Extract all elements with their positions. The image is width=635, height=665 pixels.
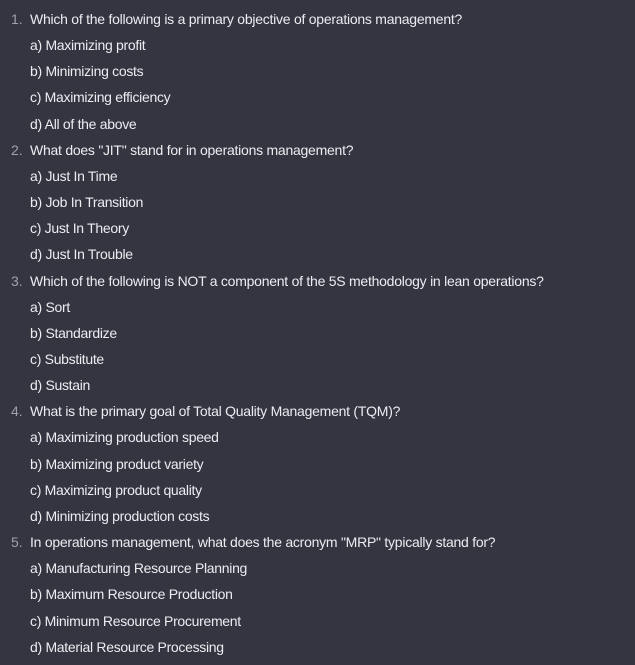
answer-option: a) Maximizing production speed bbox=[30, 429, 219, 446]
answer-option: b) Minimizing costs bbox=[30, 63, 144, 80]
answer-option: c) Minimum Resource Procurement bbox=[30, 612, 241, 629]
question-item: 2. What does "JIT" stand for in operatio… bbox=[0, 137, 635, 268]
question-text: In operations management, what does the … bbox=[30, 534, 496, 551]
answer-option: c) Maximizing product quality bbox=[30, 481, 202, 498]
answer-option: c) Maximizing efficiency bbox=[30, 89, 171, 106]
answer-option: d) Material Resource Processing bbox=[30, 638, 224, 655]
answer-option: a) Manufacturing Resource Planning bbox=[30, 560, 248, 577]
answer-options: a) Sort b) Standardize c) Substitute d) … bbox=[30, 294, 635, 399]
answer-option: b) Job In Transition bbox=[30, 194, 144, 211]
answer-option: d) Minimizing production costs bbox=[30, 508, 210, 525]
answer-options: a) Maximizing profit b) Minimizing costs… bbox=[30, 32, 635, 137]
answer-options: a) Just In Time b) Job In Transition c) … bbox=[30, 163, 635, 268]
question-number: 1. bbox=[11, 11, 23, 27]
question-item: 5. In operations management, what does t… bbox=[0, 529, 635, 660]
question-number: 3. bbox=[11, 272, 23, 289]
answer-option: c) Substitute bbox=[30, 351, 104, 368]
answer-option: a) Maximizing profit bbox=[30, 37, 146, 53]
answer-option: b) Maximizing product variety bbox=[30, 455, 204, 472]
answer-options: a) Manufacturing Resource Planning b) Ma… bbox=[30, 555, 635, 660]
answer-options: a) Maximizing production speed b) Maximi… bbox=[30, 424, 635, 529]
answer-option: a) Just In Time bbox=[30, 167, 118, 184]
answer-option: b) Standardize bbox=[30, 324, 117, 341]
answer-option: a) Sort bbox=[30, 298, 70, 315]
question-item: 1. Which of the following is a primary o… bbox=[0, 6, 635, 137]
question-text: Which of the following is NOT a componen… bbox=[30, 272, 544, 289]
answer-option: c) Just In Theory bbox=[30, 220, 129, 237]
answer-option: d) All of the above bbox=[30, 115, 137, 132]
question-text: What is the primary goal of Total Qualit… bbox=[30, 403, 401, 420]
answer-option: d) Just In Trouble bbox=[30, 246, 133, 263]
quiz-question-list: 1. Which of the following is a primary o… bbox=[0, 0, 635, 660]
answer-option: b) Maximum Resource Production bbox=[30, 586, 233, 603]
question-text: Which of the following is a primary obje… bbox=[30, 11, 463, 27]
question-number: 2. bbox=[11, 141, 23, 158]
question-number: 5. bbox=[11, 534, 23, 551]
answer-option: d) Sustain bbox=[30, 377, 91, 394]
question-text: What does "JIT" stand for in operations … bbox=[30, 141, 354, 158]
question-number: 4. bbox=[11, 403, 23, 420]
question-item: 3. Which of the following is NOT a compo… bbox=[0, 268, 635, 399]
question-item: 4. What is the primary goal of Total Qua… bbox=[0, 398, 635, 529]
